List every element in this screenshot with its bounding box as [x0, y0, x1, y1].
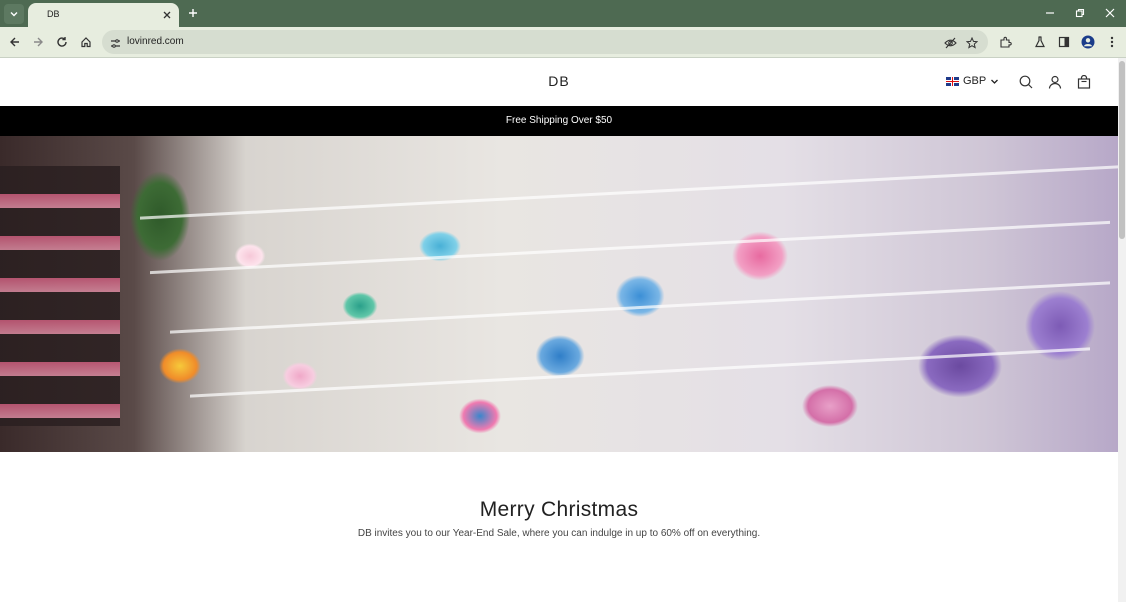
uk-flag-icon: [946, 76, 959, 86]
promo-section: Merry Christmas DB invites you to our Ye…: [0, 498, 1118, 539]
hero-banner-image: [0, 136, 1118, 452]
puzzle-icon: [999, 36, 1012, 48]
forward-button[interactable]: [30, 34, 46, 50]
shopping-bag-icon: [1077, 75, 1091, 89]
promo-title: Merry Christmas: [479, 498, 639, 521]
user-icon: [1048, 75, 1062, 89]
currency-selector[interactable]: GBP: [946, 75, 999, 87]
extensions-button[interactable]: [997, 34, 1013, 50]
minimize-button[interactable]: [1042, 6, 1058, 20]
profile-button[interactable]: [1080, 34, 1096, 50]
chevron-down-icon: [991, 79, 999, 84]
site-info-icon[interactable]: [110, 36, 121, 54]
announcement-bar: Free Shipping Over $50: [0, 106, 1118, 136]
plus-icon: [189, 9, 197, 17]
home-button[interactable]: [78, 34, 94, 50]
browser-tab[interactable]: DB: [28, 3, 179, 27]
site-header: DB GBP: [0, 58, 1118, 106]
close-icon: [163, 11, 171, 19]
side-panel-button[interactable]: [1056, 34, 1072, 50]
reload-icon: [57, 37, 67, 47]
url-text[interactable]: lovinred.com: [127, 36, 184, 47]
shelf-display: [0, 166, 120, 426]
arrow-left-icon: [10, 37, 19, 47]
browser-tabstrip: DB: [0, 0, 1126, 27]
arrow-right-icon: [34, 37, 43, 47]
avatar-icon: [1081, 35, 1095, 49]
page-scrollbar[interactable]: [1118, 58, 1126, 602]
eye-off-icon[interactable]: [944, 36, 957, 54]
close-window-button[interactable]: [1102, 6, 1118, 20]
search-button[interactable]: [1018, 74, 1034, 90]
tab-search-button[interactable]: [4, 4, 24, 24]
home-icon: [81, 37, 91, 48]
new-tab-button[interactable]: [186, 6, 200, 20]
bookmark-star-icon[interactable]: [965, 36, 979, 54]
web-page: DB GBP Free Shipping Over $50 Merry Chri…: [0, 58, 1118, 602]
back-button[interactable]: [7, 34, 23, 50]
reload-button[interactable]: [54, 34, 70, 50]
cart-button[interactable]: [1076, 74, 1092, 90]
minimize-icon: [1046, 12, 1054, 14]
promo-text: DB invites you to our Year-End Sale, whe…: [357, 528, 761, 539]
side-panel-icon: [1058, 36, 1070, 48]
browser-toolbar: lovinred.com: [0, 27, 1126, 58]
close-icon: [1105, 8, 1115, 18]
restore-button[interactable]: [1072, 6, 1088, 20]
address-bar[interactable]: lovinred.com: [102, 30, 988, 54]
kebab-menu-icon: [1110, 36, 1114, 48]
chevron-down-icon: [10, 12, 18, 17]
flask-icon: [1035, 36, 1045, 48]
account-button[interactable]: [1047, 74, 1063, 90]
currency-label: GBP: [963, 75, 987, 87]
browser-menu-button[interactable]: [1104, 34, 1120, 50]
tab-close-button[interactable]: [160, 8, 174, 22]
tab-title: DB: [47, 9, 60, 19]
labs-button[interactable]: [1032, 34, 1048, 50]
restore-icon: [1075, 8, 1085, 18]
search-icon: [1019, 75, 1033, 89]
scrollbar-thumb[interactable]: [1119, 61, 1125, 239]
